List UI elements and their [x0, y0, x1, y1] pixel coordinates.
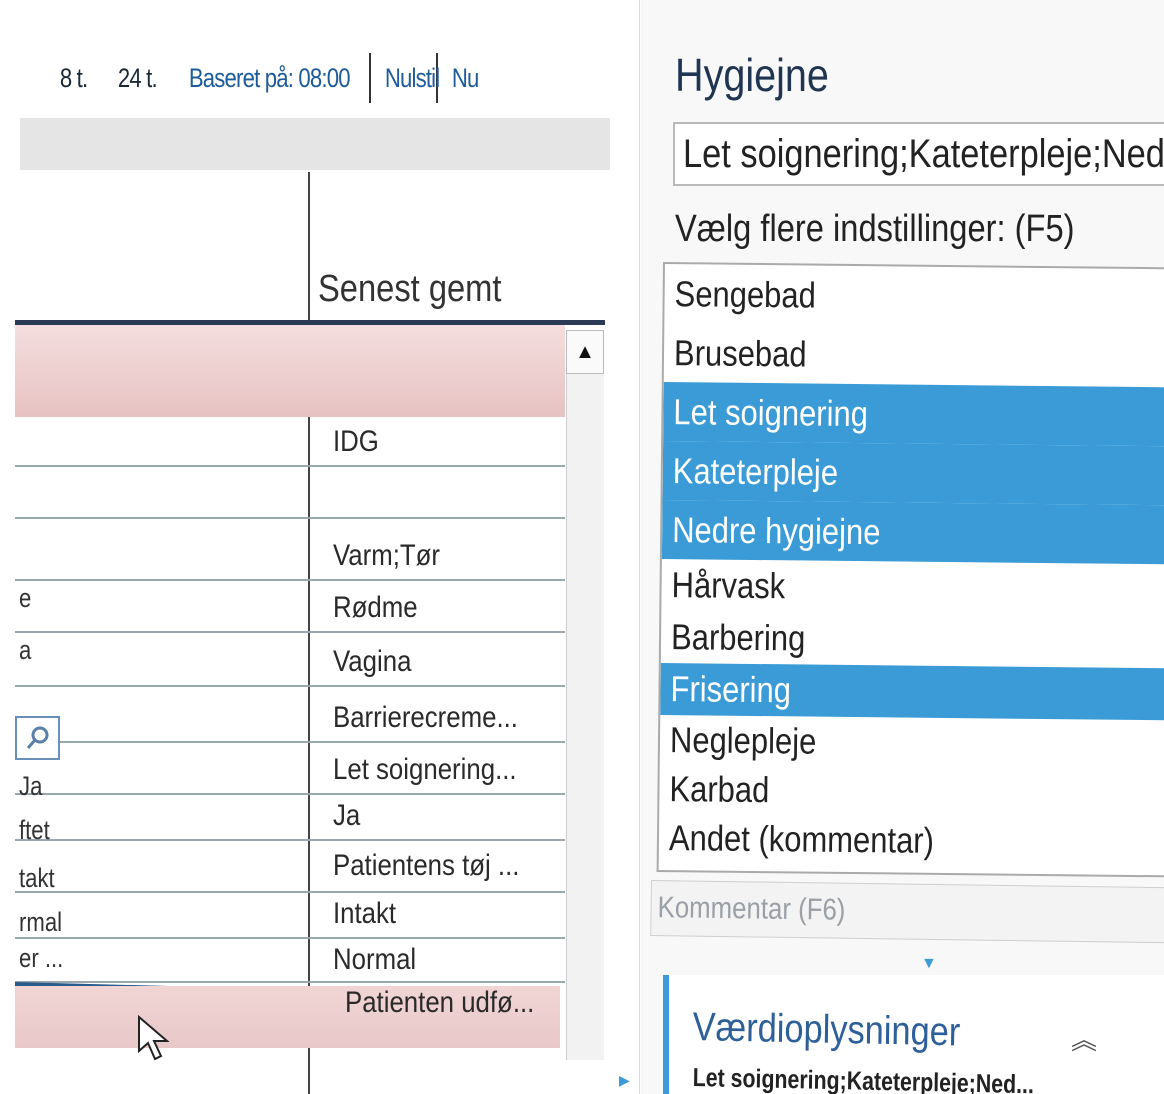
table-row[interactable]: er ... Normal: [15, 939, 565, 983]
now-button[interactable]: Nu: [442, 63, 488, 94]
twentyfour-hours-button[interactable]: 24 t.: [108, 63, 167, 94]
scroll-up-arrow-icon[interactable]: ▲: [566, 330, 604, 374]
toolbar-divider: [369, 53, 372, 103]
hygiene-value-field[interactable]: Let soignering;Kateterpleje;Ned: [673, 122, 1164, 186]
table-row[interactable]: Ja Let soignering...: [15, 743, 565, 801]
option-let-soignering[interactable]: Let soignering: [663, 382, 1164, 447]
option-nedre-hygiejne[interactable]: Nedre hygiejne: [661, 500, 1164, 565]
option-harvask[interactable]: Hårvask: [661, 559, 1164, 616]
search-icon: [26, 726, 48, 749]
table-row[interactable]: e Rødme: [15, 581, 565, 633]
table-row[interactable]: takt Patientens tøj ...: [15, 841, 565, 893]
group-footer-band: Patienten udfø...: [15, 986, 560, 1048]
option-kateterpleje[interactable]: Kateterpleje: [662, 441, 1164, 506]
multi-select-label: Vælg flere indstillinger: (F5): [675, 208, 1075, 250]
flowsheet-pane: 8 t. 24 t. Baseret på: 08:00 Nulstil Nu …: [0, 0, 640, 1094]
table-row[interactable]: a Vagina: [15, 633, 565, 687]
hygiene-panel: Hygiejne Let soignering;Kateterpleje;Ned…: [619, 0, 1164, 1094]
option-brusebad[interactable]: Brusebad: [664, 323, 1164, 387]
mouse-pointer-icon: [138, 1015, 170, 1061]
table-row[interactable]: [15, 467, 565, 519]
reset-button[interactable]: Nulstil: [375, 63, 449, 94]
table-row[interactable]: ftet Ja: [15, 795, 565, 845]
table-row[interactable]: rmal Intakt: [15, 893, 565, 939]
collapse-chevron-icon[interactable]: ︽: [1071, 1020, 1097, 1057]
table-row[interactable]: Barrierecreme...: [15, 687, 565, 743]
table-row[interactable]: [15, 325, 565, 417]
table-row[interactable]: Varm;Tør: [15, 519, 565, 581]
option-sengebad[interactable]: Sengebad: [664, 264, 1164, 328]
filter-bar: [20, 118, 610, 170]
option-karbad[interactable]: Karbad: [659, 765, 1164, 818]
option-barbering[interactable]: Barbering: [661, 611, 1164, 668]
row-value: Patienten udfø...: [345, 986, 535, 1019]
option-andet-kommentar[interactable]: Andet (kommentar): [659, 813, 1164, 868]
comment-input[interactable]: Kommentar (F6): [650, 880, 1164, 944]
based-on-time-link[interactable]: Baseret på: 08:00: [179, 63, 360, 94]
eight-hours-button[interactable]: 8 t.: [50, 63, 97, 94]
option-frisering[interactable]: Frisering: [660, 662, 1164, 721]
option-neglepleje[interactable]: Neglepleje: [660, 715, 1164, 770]
hygiene-options-list[interactable]: Sengebad Brusebad Let soignering Kateter…: [656, 262, 1164, 878]
value-info-title: Værdioplysninger: [692, 1005, 961, 1055]
side-expand-arrow-icon[interactable]: ▶: [619, 1072, 630, 1089]
column-header-last-saved: Senest gemt: [318, 268, 502, 310]
panel-title: Hygiejne: [675, 49, 829, 101]
table-scrollbar[interactable]: [566, 330, 604, 1060]
time-toolbar: 8 t. 24 t. Baseret på: 08:00 Nulstil Nu: [50, 52, 498, 104]
lookup-search-button[interactable]: [15, 716, 60, 760]
expand-arrow-icon[interactable]: ▼: [921, 955, 937, 973]
table-row[interactable]: IDG: [15, 417, 565, 467]
